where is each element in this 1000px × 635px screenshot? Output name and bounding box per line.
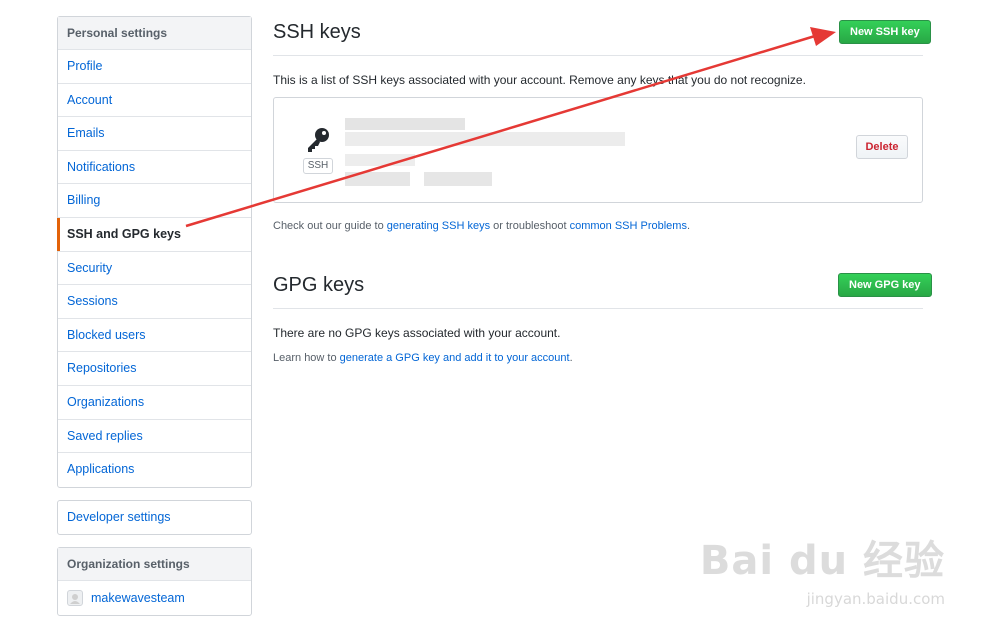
sidebar-item-account[interactable]: Account: [58, 84, 251, 118]
organization-settings-menu: Organization settings makewavesteam: [57, 547, 252, 616]
ssh-guide-text: Check out our guide to generating SSH ke…: [273, 220, 690, 232]
personal-settings-menu: Personal settings Profile Account Emails…: [57, 16, 252, 488]
sidebar-item-security[interactable]: Security: [58, 252, 251, 286]
key-icon: [308, 128, 329, 152]
ssh-title-divider: [273, 55, 923, 56]
sidebar-item-ssh-gpg-keys[interactable]: SSH and GPG keys: [57, 217, 251, 252]
common-ssh-problems-link[interactable]: common SSH Problems: [570, 220, 687, 232]
redacted-key-fingerprint: [345, 132, 625, 146]
arrow-head: [810, 27, 836, 46]
sidebar-item-sessions[interactable]: Sessions: [58, 285, 251, 319]
sidebar-item-emails[interactable]: Emails: [58, 117, 251, 151]
watermark-brand-text: Bai du 经验: [699, 538, 945, 584]
sidebar-item-developer-settings[interactable]: Developer settings: [58, 501, 251, 534]
redacted-key-meta: [424, 172, 492, 186]
sidebar-item-saved-replies[interactable]: Saved replies: [58, 420, 251, 454]
gpg-empty-text: There are no GPG keys associated with yo…: [273, 326, 561, 340]
org-avatar: [67, 590, 83, 606]
delete-key-button[interactable]: Delete: [856, 135, 908, 159]
org-avatar-icon: [70, 594, 80, 604]
ssh-description: This is a list of SSH keys associated wi…: [273, 73, 806, 87]
gpg-keys-title: GPG keys: [273, 274, 365, 296]
sidebar-item-notifications[interactable]: Notifications: [58, 151, 251, 185]
watermark-url: jingyan.baidu.com: [806, 590, 945, 608]
generate-gpg-key-link[interactable]: generate a GPG key and add it to your ac…: [340, 352, 570, 364]
guide-prefix: Check out our guide to: [273, 220, 387, 232]
org-menu-heading: Organization settings: [58, 548, 251, 581]
sidebar-item-blocked-users[interactable]: Blocked users: [58, 319, 251, 353]
menu-heading: Personal settings: [58, 17, 251, 50]
ssh-keys-title: SSH keys: [273, 21, 361, 43]
ssh-key-item: SSH Delete: [273, 97, 923, 203]
guide-middle: or troubleshoot: [490, 220, 570, 232]
redacted-key-title: [345, 118, 465, 130]
learn-suffix: .: [569, 352, 573, 364]
redacted-key-added: [345, 154, 415, 166]
learn-prefix: Learn how to: [273, 352, 340, 364]
sidebar-item-org[interactable]: makewavesteam: [58, 581, 251, 615]
org-name: makewavesteam: [91, 591, 185, 605]
redacted-key-used: [345, 172, 410, 186]
ssh-type-label: SSH: [303, 158, 333, 174]
gpg-title-divider: [273, 308, 923, 309]
sidebar-item-organizations[interactable]: Organizations: [58, 386, 251, 420]
sidebar-item-repositories[interactable]: Repositories: [58, 352, 251, 386]
sidebar-item-applications[interactable]: Applications: [58, 453, 251, 487]
generating-ssh-keys-link[interactable]: generating SSH keys: [387, 220, 490, 232]
developer-settings-menu: Developer settings: [57, 500, 252, 535]
guide-suffix: .: [686, 220, 691, 232]
watermark-brand: Bai du 经验: [700, 528, 945, 586]
gpg-learn-text: Learn how to generate a GPG key and add …: [273, 352, 573, 364]
sidebar-item-profile[interactable]: Profile: [58, 50, 251, 84]
new-ssh-key-button[interactable]: New SSH key: [839, 20, 931, 44]
sidebar-item-billing[interactable]: Billing: [58, 184, 251, 218]
new-gpg-key-button[interactable]: New GPG key: [838, 273, 932, 297]
